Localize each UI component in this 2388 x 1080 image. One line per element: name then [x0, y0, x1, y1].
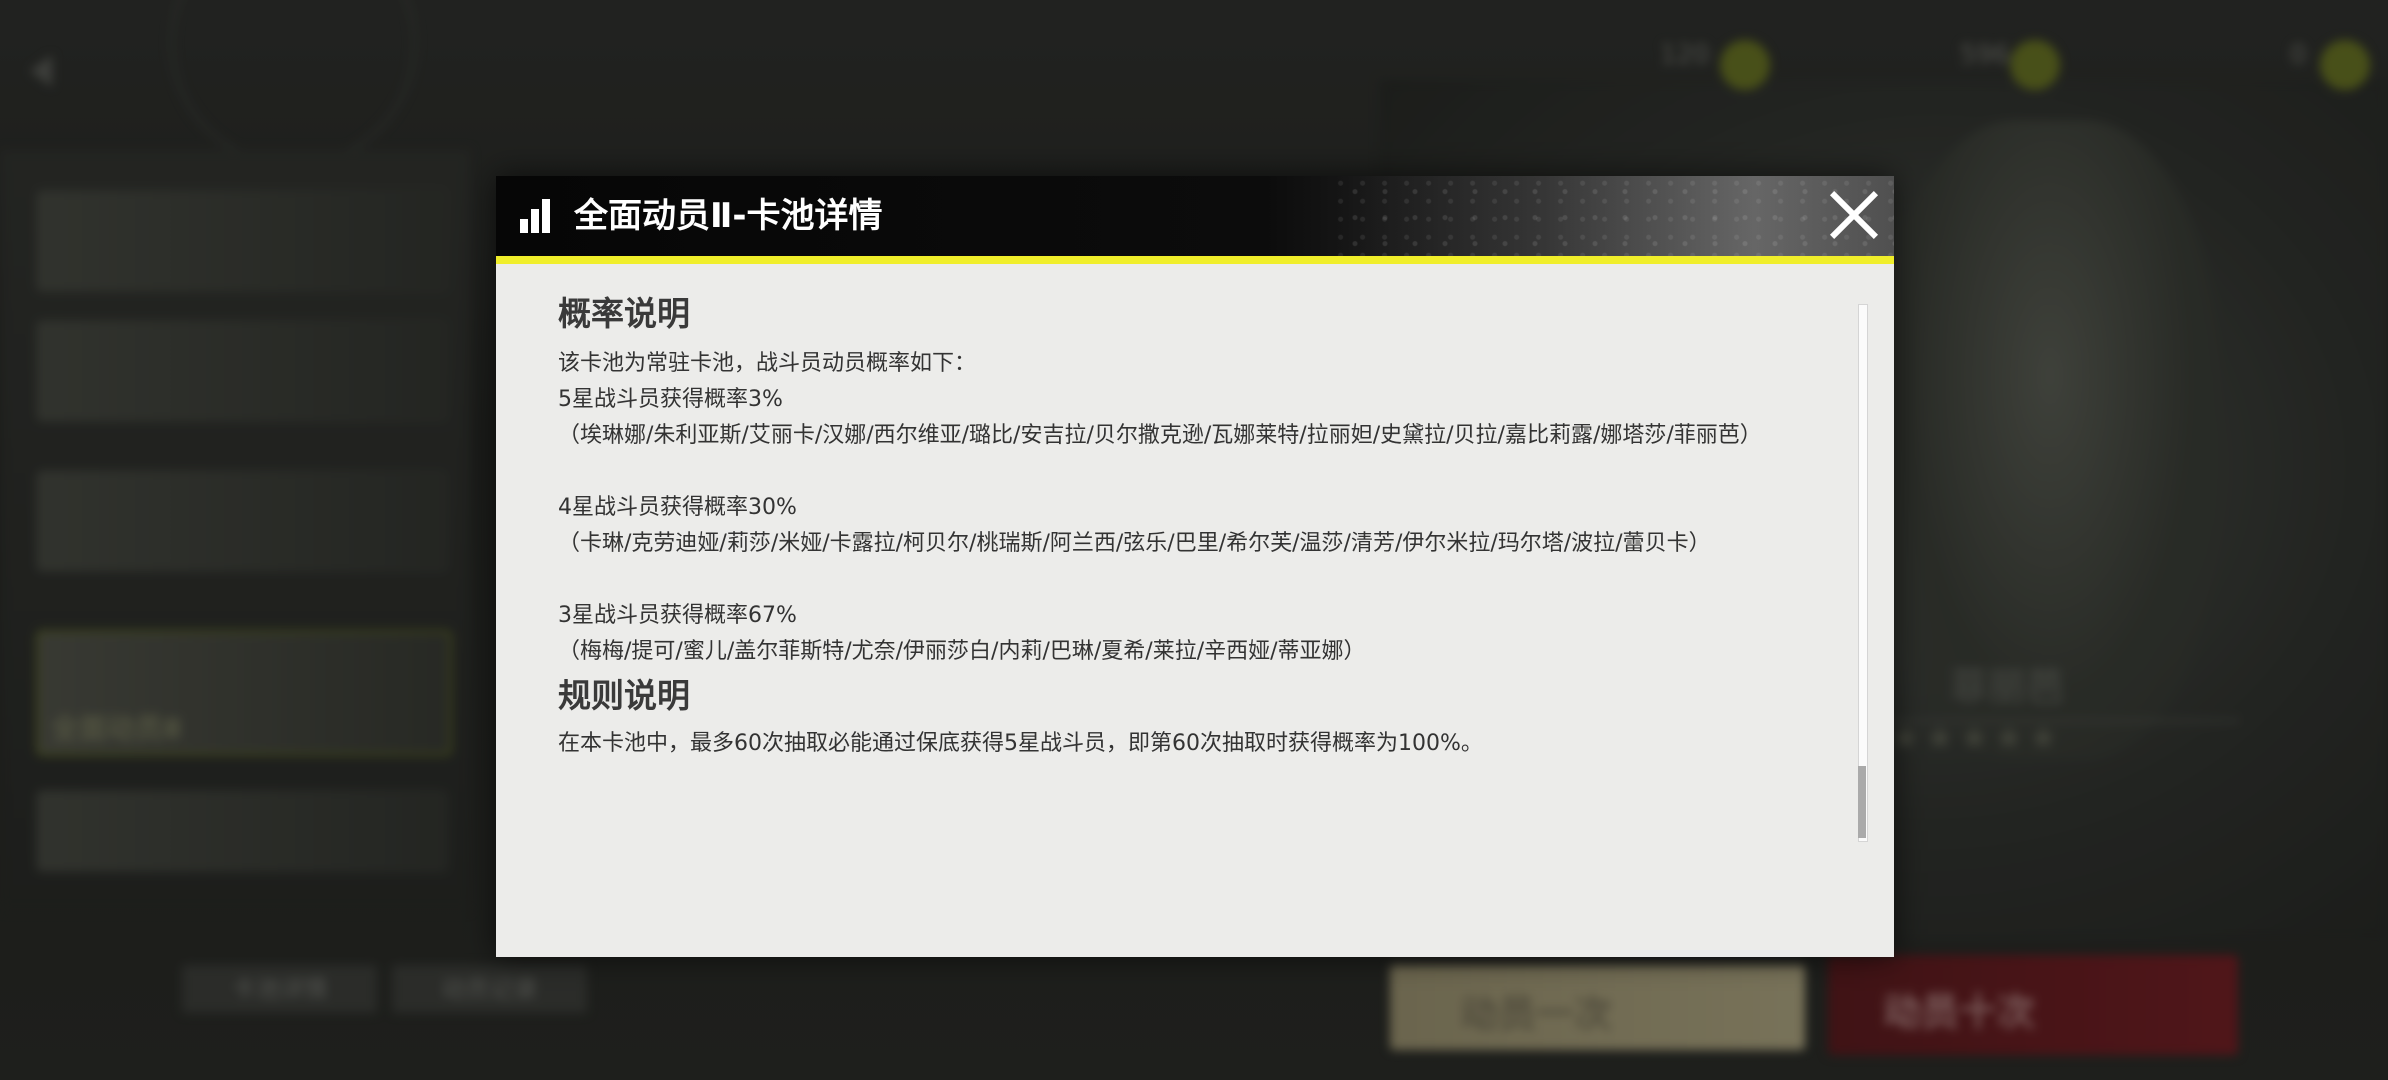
pool-details-dialog: 全面动员Ⅱ-卡池详情 概率说明 该卡池为常驻卡池，战斗员动员概率如下： 5星战斗… [496, 176, 1894, 957]
four-star-rate: 4星战斗员获得概率30% [558, 495, 797, 520]
probability-section: 概率说明 该卡池为常驻卡池，战斗员动员概率如下： 5星战斗员获得概率3% （埃琳… [558, 294, 1818, 670]
four-star-list: （卡琳/克劳迪娅/莉莎/米娅/卡露拉/柯贝尔/桃瑞斯/阿兰西/弦乐/巴里/希尔芙… [558, 531, 1711, 556]
three-star-rate: 3星战斗员获得概率67% [558, 603, 797, 628]
close-button[interactable] [1824, 186, 1882, 244]
header-accent-stripe [496, 256, 1894, 264]
bar-chart-icon [520, 199, 550, 233]
five-star-rate: 5星战斗员获得概率3% [558, 387, 783, 412]
three-star-list: （梅梅/提可/蜜儿/盖尔菲斯特/尤奈/伊丽莎白/内莉/巴琳/夏希/莱拉/辛西娅/… [558, 639, 1366, 664]
dialog-header: 全面动员Ⅱ-卡池详情 [496, 176, 1894, 256]
pity-rule: 在本卡池中，最多60次抽取必能通过保底获得5星战斗员，即第60次抽取时获得概率为… [558, 731, 1483, 756]
pool-description: 该卡池为常驻卡池，战斗员动员概率如下： [558, 351, 977, 376]
five-star-list: （埃琳娜/朱利亚斯/艾丽卡/汉娜/西尔维亚/璐比/安吉拉/贝尔撒克逊/瓦娜莱特/… [558, 423, 1762, 448]
rules-section: 规则说明 在本卡池中，最多60次抽取必能通过保底获得5星战斗员，即第60次抽取时… [558, 676, 1818, 762]
scrollbar-thumb[interactable] [1858, 766, 1866, 838]
scrollbar[interactable] [1858, 304, 1868, 842]
section-heading: 概率说明 [558, 294, 690, 333]
section-heading: 规则说明 [558, 676, 690, 715]
dialog-title: 全面动员Ⅱ-卡池详情 [574, 196, 883, 236]
dialog-content[interactable]: 概率说明 该卡池为常驻卡池，战斗员动员概率如下： 5星战斗员获得概率3% （埃琳… [558, 294, 1818, 934]
header-texture [1334, 176, 1894, 256]
